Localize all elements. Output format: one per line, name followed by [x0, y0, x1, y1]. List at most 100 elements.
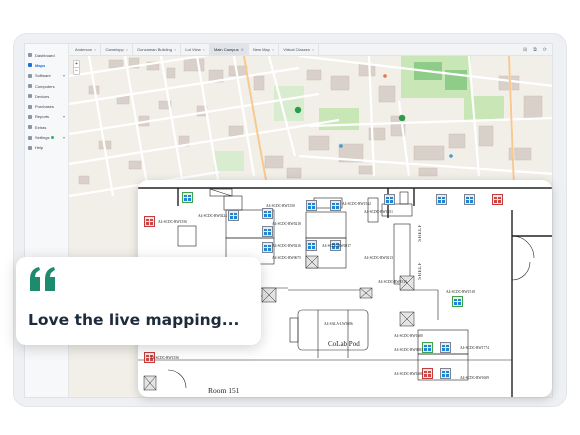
map-pin — [294, 106, 302, 114]
computer-icon[interactable] — [228, 210, 239, 221]
sidebar-item-label: Maps — [35, 62, 46, 68]
computer-icon[interactable] — [464, 194, 475, 205]
devices-icon — [28, 94, 32, 99]
computer-icon[interactable] — [182, 192, 193, 203]
sidebar-item-help[interactable]: Help — [25, 143, 68, 153]
tab-gonzaman-building[interactable]: Gonzaman Building × — [133, 44, 182, 55]
computer-icon[interactable] — [306, 200, 317, 211]
chevron-down-icon: ▾ — [62, 114, 65, 120]
device-label: A4-SCDC-RW1609 — [460, 376, 489, 380]
device-label: A4-SCDC-RW0216 — [272, 244, 301, 248]
chevron-down-icon: ▾ — [62, 73, 65, 79]
tab-label: Camelopp — [105, 47, 124, 52]
testimonial-card: Love the live mapping... — [16, 257, 261, 345]
map-poi — [383, 74, 387, 78]
close-icon[interactable]: × — [203, 47, 205, 52]
device-label: A4-SCDC-RW1600 — [394, 334, 423, 338]
close-icon[interactable]: × — [94, 47, 96, 52]
sidebar-item-label: Dashboard — [35, 52, 55, 58]
pod-label: CoLab Pod — [328, 340, 360, 348]
device-label: A4-SCDC-RW1550 — [266, 204, 295, 208]
close-icon[interactable]: × — [312, 47, 314, 52]
sidebar-item-label: Computers — [35, 83, 55, 89]
sidebar-item-settings[interactable]: Settings ▾ — [25, 132, 68, 142]
sidebar-item-software[interactable]: Software ▾ — [25, 71, 68, 81]
computer-icon[interactable] — [330, 200, 341, 211]
computer-icon[interactable] — [144, 216, 155, 227]
tab-tools: ⊞ ⧉ ⟳ — [523, 44, 552, 55]
computer-icon[interactable] — [384, 194, 395, 205]
computer-icon[interactable] — [492, 194, 503, 205]
close-icon[interactable]: × — [174, 47, 176, 52]
sidebar-item-label: Purchases — [35, 104, 54, 110]
zoom-control: + − — [73, 60, 80, 75]
sidebar-item-label: Software — [35, 73, 51, 79]
tab-new-map[interactable]: New Map × — [249, 44, 280, 55]
software-icon — [28, 73, 32, 78]
park-area — [464, 96, 504, 120]
quote-icon — [30, 267, 55, 291]
close-icon[interactable]: ⊗ — [241, 47, 244, 52]
computer-icon[interactable] — [436, 194, 447, 205]
sidebar-item-label: Settings — [35, 135, 50, 141]
sidebar-item-dashboard[interactable]: Dashboard — [25, 50, 68, 60]
maps-icon — [28, 63, 32, 68]
sidebar-item-label: Extras — [35, 124, 47, 130]
sidebar-item-reports[interactable]: Reports ▾ — [25, 112, 68, 122]
tab-label: Lot View — [185, 47, 201, 52]
close-icon[interactable]: × — [272, 47, 274, 52]
testimonial-quote: Love the live mapping... — [28, 311, 240, 329]
tab-main-campus[interactable]: Main Campus ⊗ — [209, 44, 249, 55]
reports-icon — [28, 114, 32, 119]
map-pin — [398, 114, 406, 122]
sidebar-item-label: Reports — [35, 114, 50, 120]
computer-icon[interactable] — [452, 296, 463, 307]
device-label: A4-SCDC-RW1556 — [150, 356, 179, 360]
close-icon[interactable]: × — [126, 47, 128, 52]
computer-icon[interactable] — [262, 208, 273, 219]
computer-icon[interactable] — [440, 368, 451, 379]
tab-label: Main Campus — [213, 47, 239, 52]
computer-icon[interactable] — [440, 342, 451, 353]
settings-icon — [28, 135, 32, 140]
sidebar-item-label: Help — [35, 145, 44, 151]
sidebar-item-label: Devices — [35, 93, 50, 99]
tab-list: Anderson × Camelopp × Gonzaman Building × Lot … — [71, 44, 320, 55]
computer-icon[interactable] — [422, 342, 433, 353]
device-label: A4-SALA-LW3006 — [324, 322, 353, 326]
tab-lot-view[interactable]: Lot View × — [181, 44, 210, 55]
device-label: A4-SCDC-RW1551 — [364, 210, 393, 214]
park-area — [319, 108, 359, 130]
duplicate-icon[interactable]: ⧉ — [533, 47, 537, 53]
device-label: A4-SCDC-RW1556 — [158, 220, 187, 224]
room-label: Room 151 — [208, 386, 240, 395]
device-label: A4-SCDC-RW0675 — [272, 256, 301, 260]
purchases-icon — [28, 104, 32, 109]
grid-icon[interactable]: ⊞ — [523, 47, 527, 53]
device-label: A4-SCDC-RW1515 — [378, 280, 407, 284]
computer-icon[interactable] — [422, 368, 433, 379]
sidebar-item-extras[interactable]: Extras — [25, 122, 68, 132]
shelf-label: SHELF — [418, 224, 423, 242]
sidebar-item-maps[interactable]: Maps — [25, 60, 68, 70]
sidebar-item-computers[interactable]: Computers — [25, 81, 68, 91]
tab-virtual-classes[interactable]: Virtual Classes × — [279, 44, 320, 55]
sidebar-item-devices[interactable]: Devices — [25, 91, 68, 101]
computers-icon — [28, 84, 32, 89]
tab-anderson[interactable]: Anderson × — [71, 44, 102, 55]
dashboard-icon — [28, 53, 32, 58]
shelf-label: SHELF — [418, 262, 423, 280]
computer-icon[interactable] — [262, 226, 273, 237]
device-label: A4-SCDC-RW1774 — [460, 346, 489, 350]
computer-icon[interactable] — [306, 240, 317, 251]
device-label: A4-SCDC-RW1552 — [342, 202, 371, 206]
tab-label: New Map — [252, 47, 270, 52]
tab-camelopp[interactable]: Camelopp × — [101, 44, 134, 55]
refresh-icon[interactable]: ⟳ — [543, 47, 547, 53]
device-label: A4-SCDC-RW0218 — [272, 222, 301, 226]
device-label: A4-SCDC-RW0217 — [322, 244, 351, 248]
sidebar-item-purchases[interactable]: Purchases — [25, 101, 68, 111]
device-label: A4-SCDC-RW0224 — [198, 214, 227, 218]
zoom-out-button[interactable]: − — [74, 67, 79, 74]
chevron-down-icon: ▾ — [62, 135, 65, 141]
